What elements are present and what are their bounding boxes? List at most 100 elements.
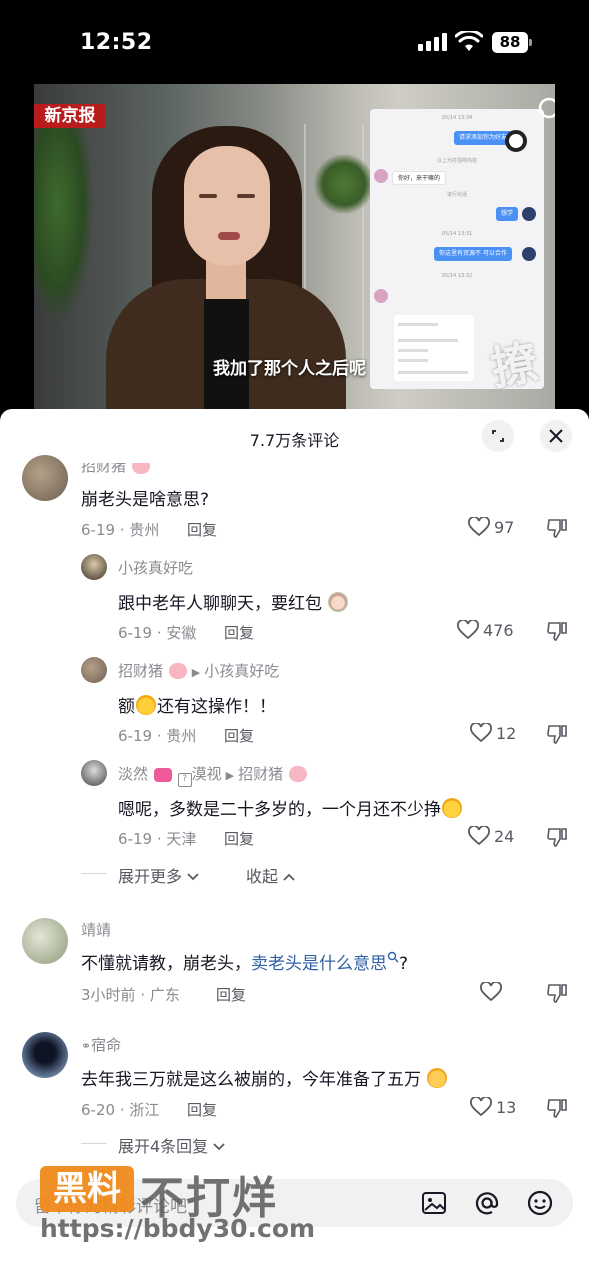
person-face	[184, 146, 270, 266]
comment-text: 额还有这操作！！	[118, 695, 276, 717]
expand-replies-button[interactable]: 展开4条回复	[118, 1133, 225, 1157]
cs-bubble: 你这里有资源不 可以合作	[434, 247, 512, 261]
mention-icon[interactable]	[473, 1189, 501, 1217]
dislike-icon[interactable]	[546, 826, 568, 848]
cs-bubble: 请求添加你为好友	[454, 131, 513, 145]
like-count: 24	[494, 827, 515, 846]
person-eye	[199, 194, 217, 198]
like-button[interactable]: 476	[457, 619, 514, 640]
status-box-icon: ?	[177, 773, 192, 787]
shy-emoji-icon	[427, 1068, 448, 1088]
comment-meta: 6-19 · 安徽	[118, 624, 197, 642]
expand-button[interactable]	[482, 420, 514, 452]
comment-username[interactable]: 小孩真好吃	[118, 557, 193, 578]
avatar[interactable]	[22, 455, 68, 501]
person-mouth	[218, 232, 240, 240]
reply-button[interactable]: 回复	[187, 1099, 217, 1120]
video-player[interactable]: 新京报 05/14 13:34 请求添加你为好友 以上为打招呼内容 你好，来干嘛…	[34, 84, 555, 414]
avatar[interactable]	[22, 918, 68, 964]
divider-line	[81, 873, 107, 874]
cs-avatar	[522, 207, 536, 221]
like-button[interactable]: 24	[468, 825, 515, 846]
video-subtitle: 我加了那个人之后呢	[213, 359, 366, 379]
laugh-emoji-icon	[442, 798, 462, 818]
reply-button[interactable]: 回复	[224, 828, 254, 849]
comment-username[interactable]: 淡然 ? 漠视 ▶ 招财猪	[118, 763, 308, 787]
avatar[interactable]	[81, 760, 107, 786]
reply-button[interactable]: 回复	[224, 725, 254, 746]
cs-avatar	[522, 247, 536, 261]
comment-text: 嗯呢，多数是二十多岁的，一个月还不少挣	[118, 795, 463, 820]
dislike-icon[interactable]	[546, 723, 568, 745]
comment-meta: 6-19 · 贵州	[81, 521, 160, 539]
close-icon	[549, 429, 563, 443]
panel-header: 7.7万条评论	[0, 409, 589, 461]
cat-emoji-icon	[328, 592, 349, 612]
status-bar: 12:52 88	[0, 0, 589, 84]
comment-text: 崩老头是啥意思?	[81, 490, 210, 510]
dislike-icon[interactable]	[546, 620, 568, 642]
watermark-url: https://bbdy30.com	[40, 1214, 316, 1243]
collapse-button[interactable]: 收起	[246, 863, 295, 887]
cs-time: 05/14 13:32	[441, 273, 473, 279]
comment-username[interactable]: ⚭宿命	[81, 1034, 121, 1055]
dislike-icon[interactable]	[546, 517, 568, 539]
like-count: 12	[496, 724, 517, 743]
heart-icon	[470, 1096, 492, 1117]
pig-emoji-icon	[288, 766, 307, 782]
close-button[interactable]	[540, 420, 572, 452]
news-logo: 新京报	[34, 104, 106, 128]
cs-time: 05/14 13:31	[441, 231, 473, 237]
like-button[interactable]: 13	[470, 1096, 516, 1117]
divider-line	[81, 1143, 107, 1144]
expand-icon	[492, 430, 504, 442]
plant-decor	[34, 124, 94, 324]
like-button[interactable]: 12	[470, 722, 517, 743]
sweat-emoji-icon	[136, 695, 156, 715]
heart-icon	[457, 619, 479, 640]
cs-time: 05/14 13:34	[441, 115, 473, 121]
avatar[interactable]	[22, 1032, 68, 1078]
chevron-up-icon	[283, 873, 295, 881]
search-icon[interactable]	[537, 96, 555, 126]
plant-decor	[314, 154, 374, 214]
comment-meta: 6-20 · 浙江	[81, 1101, 160, 1119]
battery-level: 88	[492, 32, 528, 53]
heart-emoji-icon	[153, 768, 172, 782]
cs-bubble: 想学	[496, 207, 519, 221]
like-button[interactable]	[480, 981, 506, 1002]
comment-text: 跟中老年人聊聊天，要红包	[118, 589, 349, 614]
dislike-icon[interactable]	[546, 982, 568, 1004]
heart-icon	[470, 722, 492, 743]
reply-button[interactable]: 回复	[224, 622, 254, 643]
comment-meta: 3小时前 · 广东	[81, 986, 180, 1004]
image-icon[interactable]	[420, 1189, 448, 1217]
reply-button[interactable]: 回复	[216, 984, 246, 1005]
search-link[interactable]: 卖老头是什么意思	[251, 954, 387, 974]
watermark-badge: 黑料	[40, 1166, 134, 1212]
chat-screenshot: 05/14 13:34 请求添加你为好友 以上为打招呼内容 你好，来干嘛的 进行…	[370, 109, 544, 389]
emoji-icon[interactable]	[526, 1189, 554, 1217]
avatar[interactable]	[81, 554, 107, 580]
heart-icon	[468, 825, 490, 846]
comment-username[interactable]: 招财猪 ▶ 小孩真好吃	[118, 660, 279, 681]
cs-time: 进行对话	[446, 192, 467, 198]
cellular-signal-icon	[418, 33, 448, 51]
expand-more-button[interactable]: 展开更多	[118, 863, 199, 887]
comment-username[interactable]: 靖靖	[81, 919, 111, 940]
like-button[interactable]: 97	[468, 516, 514, 537]
record-icon	[505, 130, 527, 152]
chevron-down-icon	[213, 1143, 225, 1151]
comment-text: 去年我三万就是这么被崩的，今年准备了五万	[81, 1065, 448, 1090]
person-eye	[237, 194, 255, 198]
search-small-icon	[387, 951, 399, 963]
heart-icon	[480, 981, 502, 1002]
comment-meta: 6-19 · 贵州	[118, 727, 197, 745]
cs-avatar	[374, 169, 388, 183]
dislike-icon[interactable]	[546, 1097, 568, 1119]
comment-meta: 6-19 · 天津	[118, 830, 197, 848]
avatar[interactable]	[81, 657, 107, 683]
reply-button[interactable]: 回复	[187, 519, 217, 540]
cs-avatar	[374, 289, 388, 303]
wifi-icon	[455, 31, 483, 51]
